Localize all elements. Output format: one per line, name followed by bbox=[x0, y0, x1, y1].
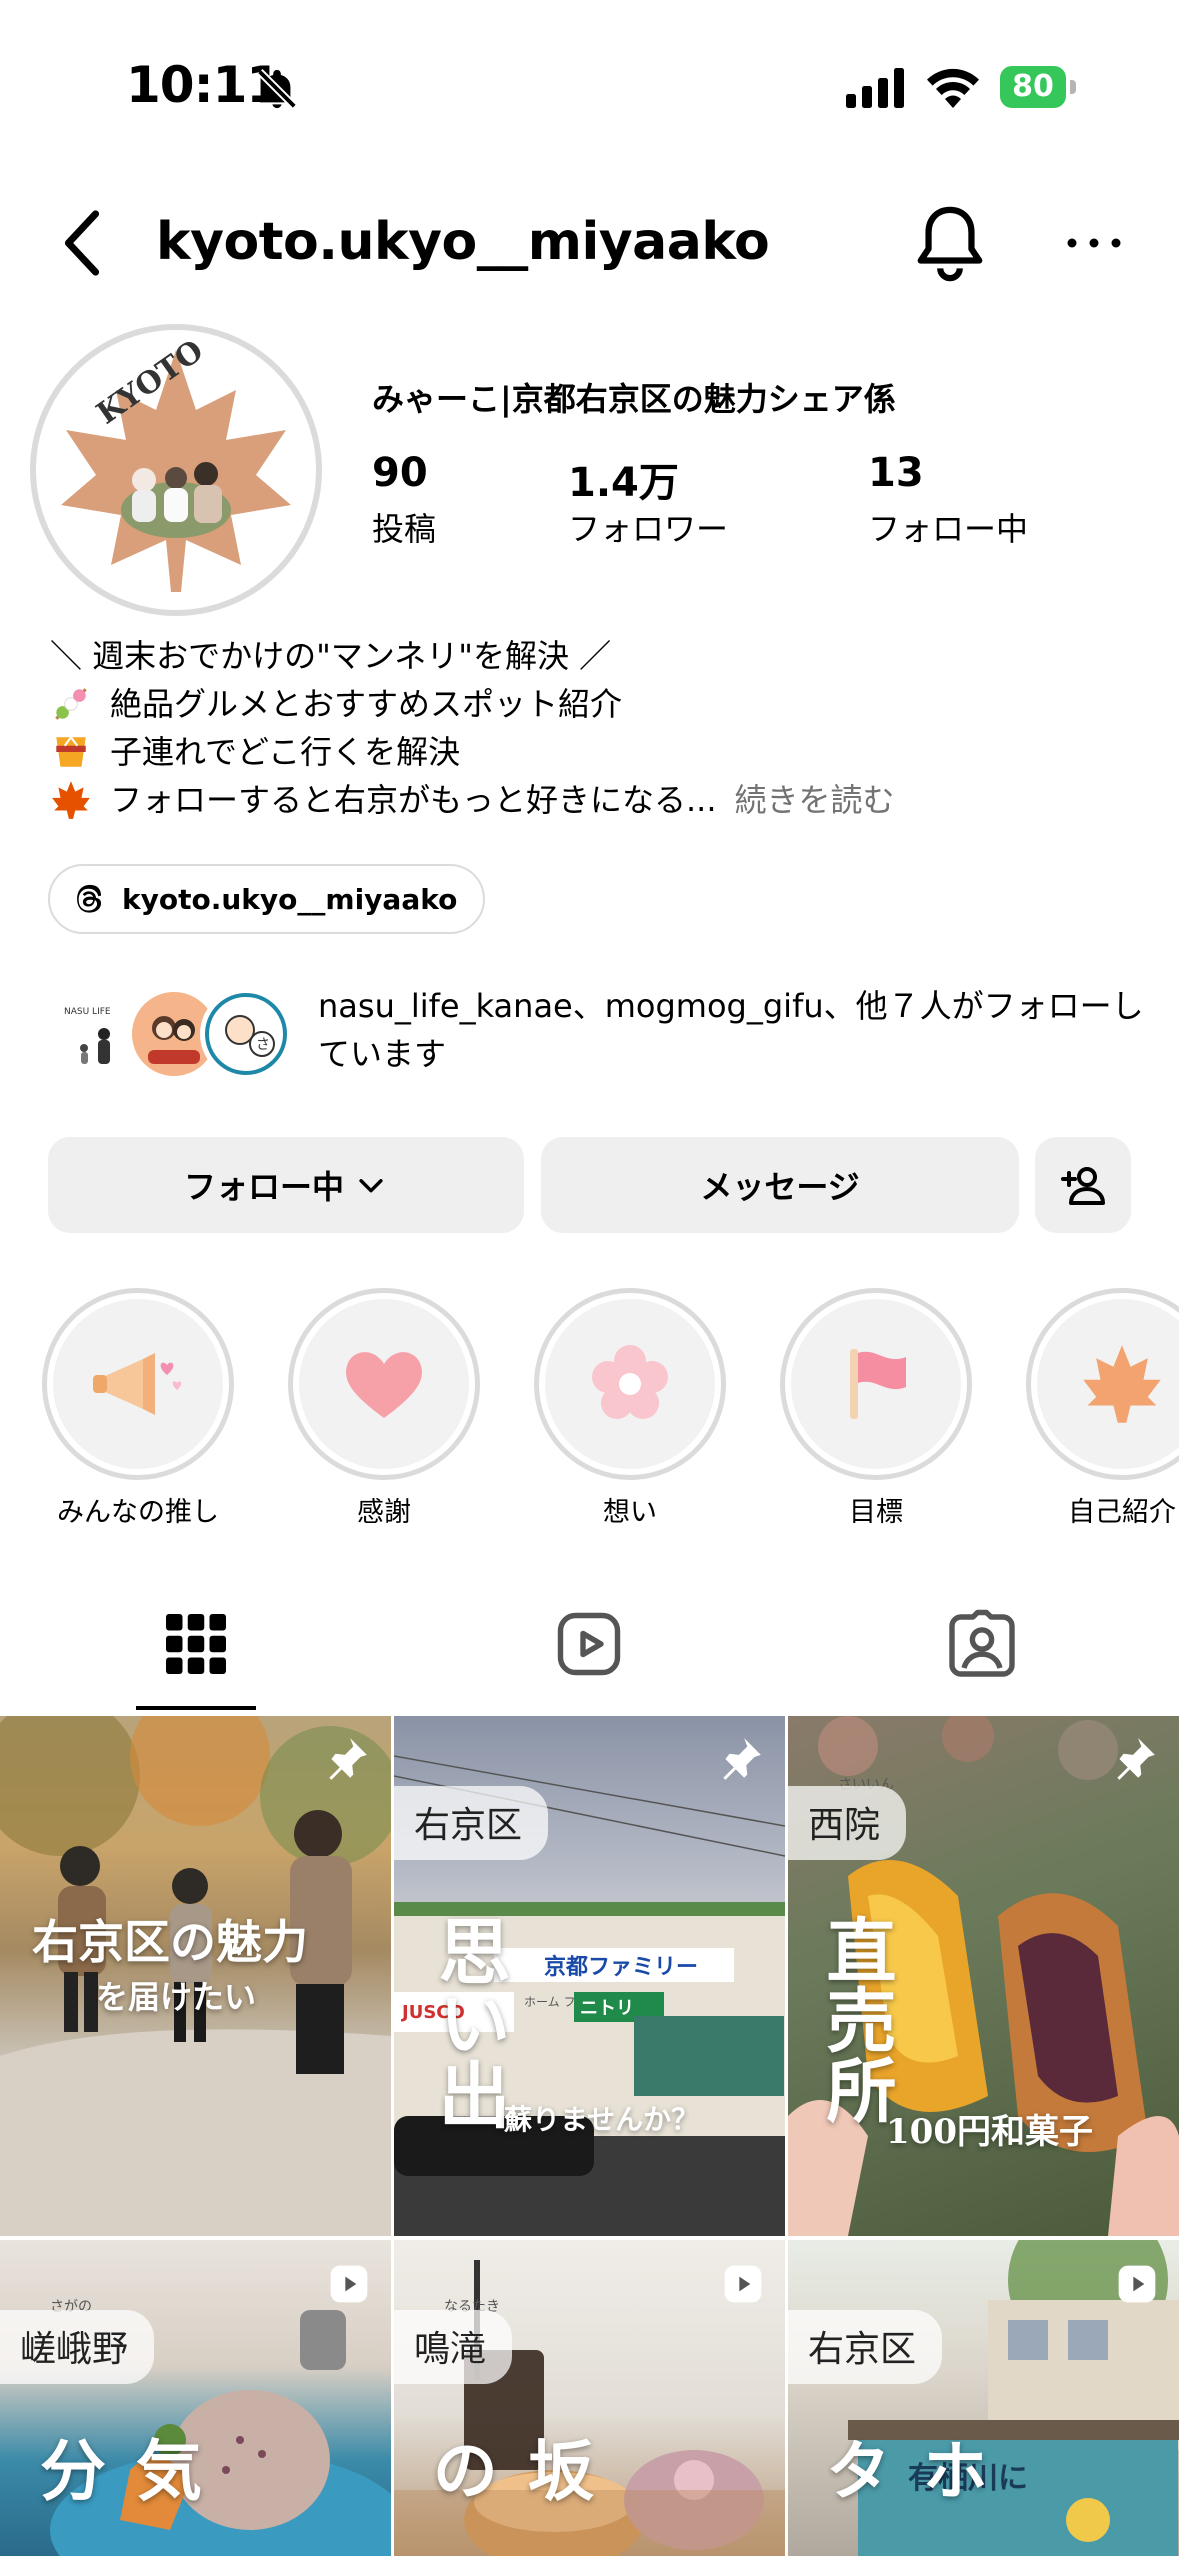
mutual-avatar-1-text: NASU LIFE bbox=[64, 1007, 111, 1017]
bio-line-3-text: 子連れでどこ行くを解決 bbox=[110, 733, 461, 771]
maple-leaf-logo: KYOTO bbox=[44, 333, 308, 602]
back-chevron-icon[interactable] bbox=[60, 210, 104, 276]
svg-text:さ: さ bbox=[256, 1037, 270, 1053]
highlight-1-label: みんなの推し bbox=[57, 1497, 219, 1528]
bio-line-2: 絶品グルメとおすすめスポット紹介 bbox=[50, 680, 622, 728]
grid-tab-icon[interactable] bbox=[160, 1608, 232, 1680]
battery-cap bbox=[1070, 80, 1076, 94]
maple-leaf-highlight-icon bbox=[1083, 1345, 1161, 1423]
posts-label[interactable]: 投稿 bbox=[372, 504, 436, 550]
more-options-icon[interactable] bbox=[1064, 226, 1124, 260]
flag-icon bbox=[850, 1349, 906, 1419]
highlight-4[interactable] bbox=[780, 1288, 972, 1480]
notification-bell-icon[interactable] bbox=[914, 204, 986, 282]
pin-icon bbox=[1117, 1738, 1155, 1780]
reel-icon bbox=[330, 2265, 368, 2303]
highlight-5-label: 自己紹介 bbox=[1068, 1497, 1176, 1528]
heart-icon bbox=[346, 1352, 422, 1418]
post-3-subtitle: 100円和菓子 bbox=[886, 2112, 1093, 2152]
dango-icon bbox=[55, 688, 87, 720]
post-3-title: 直売所 bbox=[815, 1914, 898, 2124]
display-name: みゃーこ|京都右京区の魅力シェア係 bbox=[372, 380, 896, 418]
chevron-down-icon bbox=[359, 1179, 383, 1193]
battery-indicator: 80 bbox=[1000, 66, 1076, 110]
wifi-icon bbox=[927, 68, 979, 108]
highlight-4-label: 目標 bbox=[849, 1497, 903, 1528]
active-tab-indicator bbox=[136, 1706, 256, 1710]
post-2-sign-1: 京都ファミリー bbox=[544, 1954, 698, 1980]
maple-leaf-icon bbox=[52, 781, 90, 819]
bio-line-1: ＼ 週末おでかけの"マンネリ"を解決 ／ bbox=[50, 637, 612, 675]
following-button-label: フォロー中 bbox=[183, 1168, 344, 1206]
highlight-5[interactable] bbox=[1026, 1288, 1179, 1480]
following-count[interactable]: 13 bbox=[868, 450, 924, 496]
post-6-tag: 右京区 bbox=[788, 2310, 943, 2384]
followed-by-text[interactable]: nasu_life_kanae、mogmog_gifu、他７人がフォローしていま… bbox=[318, 982, 1148, 1078]
post-2-sign-2: ニトリ bbox=[580, 1998, 634, 2019]
read-more-link[interactable]: 続きを読む bbox=[735, 776, 895, 824]
highlight-2[interactable] bbox=[288, 1288, 480, 1480]
reels-tab-icon[interactable] bbox=[553, 1608, 625, 1680]
following-label[interactable]: フォロー中 bbox=[868, 504, 1028, 550]
post-1-title: 右京区の魅力 bbox=[32, 1915, 308, 1969]
following-button[interactable]: フォロー中 bbox=[48, 1137, 524, 1233]
posts-count[interactable]: 90 bbox=[372, 450, 428, 496]
profile-avatar[interactable]: KYOTO bbox=[30, 324, 322, 616]
mutual-followers-avatars[interactable]: NASU LIFE さ bbox=[50, 980, 300, 1090]
battery-level: 80 bbox=[1000, 66, 1066, 108]
bio-line-4-text: フォローすると右京がもっと好きになる... bbox=[110, 781, 717, 819]
threads-link-chip[interactable]: kyoto.ukyo__miyaako bbox=[48, 864, 486, 934]
highlight-2-label: 感謝 bbox=[357, 1497, 411, 1528]
post-4-title: 気分 bbox=[29, 2436, 203, 2502]
pin-icon bbox=[329, 1738, 367, 1780]
post-1-subtitle: を届けたい bbox=[96, 1978, 257, 2016]
threads-handle: kyoto.ukyo__miyaako bbox=[122, 882, 458, 916]
flower-icon bbox=[592, 1345, 668, 1419]
bio-line-3: 子連れでどこ行くを解決 bbox=[50, 728, 460, 776]
post-6[interactable]: 有栖川に 右京区 ホタ bbox=[788, 2240, 1179, 2556]
message-button-label: メッセージ bbox=[700, 1168, 860, 1206]
threads-icon bbox=[77, 884, 102, 913]
post-6-title: ホタ bbox=[815, 2436, 989, 2502]
kimono-icon bbox=[56, 736, 86, 767]
post-3[interactable]: さいいん 西院 直売所 100円和菓子 bbox=[788, 1716, 1179, 2236]
reel-icon bbox=[1118, 2265, 1156, 2303]
add-person-icon bbox=[1061, 1167, 1105, 1205]
mutual-avatar-3: さ bbox=[200, 988, 292, 1080]
highlight-1[interactable] bbox=[42, 1288, 234, 1480]
post-4-tag: 嵯峨野 bbox=[0, 2310, 155, 2384]
highlight-3-label: 想い bbox=[603, 1497, 657, 1528]
bio-line-4: フォローすると右京がもっと好きになる... 続きを読む bbox=[50, 776, 895, 824]
post-5-tag: 鳴滝 bbox=[394, 2310, 513, 2384]
post-2-subtitle: 蘇りませんか？ bbox=[504, 2103, 700, 2136]
post-2[interactable]: 京都ファミリー JUSCO ホーム ファッション ニトリ 右京区 思い出 蘇りま… bbox=[394, 1716, 785, 2236]
highlight-3[interactable] bbox=[534, 1288, 726, 1480]
bell-slash-icon bbox=[257, 69, 297, 109]
followers-label[interactable]: フォロワー bbox=[568, 504, 728, 550]
megaphone-icon bbox=[93, 1353, 182, 1415]
profile-username: kyoto.ukyo__miyaako bbox=[156, 212, 770, 272]
post-1[interactable]: 右京区の魅力 を届けたい bbox=[0, 1716, 391, 2236]
reel-icon bbox=[724, 2265, 762, 2303]
tagged-tab-icon[interactable] bbox=[946, 1608, 1018, 1680]
suggested-users-button[interactable] bbox=[1035, 1137, 1131, 1233]
bio-line-2-text: 絶品グルメとおすすめスポット紹介 bbox=[110, 685, 623, 723]
post-3-tag: 西院 bbox=[788, 1786, 907, 1860]
followers-count[interactable]: 1.4万 bbox=[568, 450, 679, 508]
post-5-title: 坂の bbox=[421, 2436, 595, 2502]
post-4[interactable]: さがの 嵯峨野 気分 bbox=[0, 2240, 391, 2556]
post-5[interactable]: なるたき 鳴滝 坂の bbox=[394, 2240, 785, 2556]
pin-icon bbox=[723, 1738, 761, 1780]
message-button[interactable]: メッセージ bbox=[541, 1137, 1019, 1233]
post-2-tag: 右京区 bbox=[394, 1786, 549, 1860]
cellular-signal-icon bbox=[846, 68, 904, 108]
